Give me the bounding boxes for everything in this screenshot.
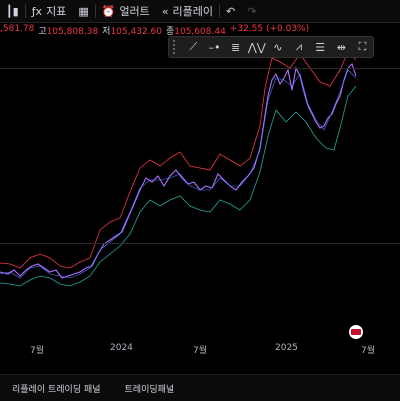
grid-icon: ▦ xyxy=(78,4,89,18)
horizontal-ray-icon: –• xyxy=(208,40,221,54)
elliott-wave-tool[interactable]: ∿ xyxy=(267,38,288,56)
undo-icon: ↶ xyxy=(226,4,236,18)
redo-icon: ↷ xyxy=(247,4,257,18)
drag-handle[interactable] xyxy=(173,40,181,54)
fullscreen-icon: ⛶ xyxy=(358,40,367,53)
bottom-panel-bar: 리플레이 트레이딩 패널 트레이딩패널 xyxy=(0,374,400,401)
price-chart[interactable] xyxy=(0,40,400,340)
time-label: 7월 xyxy=(361,346,376,356)
trend-line-tool[interactable]: ⟋ xyxy=(183,38,204,56)
time-label: 7월 xyxy=(193,346,208,356)
fullscreen-tool[interactable]: ⛶ xyxy=(352,38,373,56)
replay-button[interactable]: «리플레이 xyxy=(156,0,219,22)
indicators-button[interactable]: ƒx 지표 xyxy=(26,0,73,22)
layouts-button[interactable]: ▦ xyxy=(72,0,94,22)
redo-button[interactable]: ↷ xyxy=(241,0,262,22)
price-series-svg xyxy=(0,51,357,287)
date-range-icon: ⇹ xyxy=(336,40,346,54)
price-line xyxy=(0,62,357,279)
time-label: 2024 xyxy=(110,343,133,353)
indicators-label: 지표 xyxy=(46,5,67,18)
candle-style-button[interactable]: ┃▮ xyxy=(0,0,25,22)
candlestick-icon: ┃▮ xyxy=(6,4,19,18)
high-value: 105,808.38 xyxy=(46,27,99,37)
parallel-channel-tool[interactable]: ≣ xyxy=(225,38,246,56)
alert-button[interactable]: ⏰ 얼러트 xyxy=(96,0,156,22)
alarm-icon: ⏰ xyxy=(101,4,116,18)
zigzag-icon: ⩘ xyxy=(295,40,303,53)
date-range-tool[interactable]: ⇹ xyxy=(331,38,352,56)
zigzag-tool[interactable]: ⩘ xyxy=(288,38,309,56)
trend-line-icon: ⟋ xyxy=(189,40,198,53)
alert-label: 얼러트 xyxy=(119,5,150,18)
drawing-toolbar: ⟋ –• ≣ ⋀⋁ ∿ ⩘ ☰ ⇹ ⛶ xyxy=(168,36,374,58)
fib-tool[interactable]: ☰ xyxy=(310,38,331,56)
tab-replay-trading-panel[interactable]: 리플레이 트레이딩 패널 xyxy=(0,382,113,395)
low-value: 105,432.60 xyxy=(110,27,162,37)
time-axis[interactable]: 7월 2024 7월 2025 7월 xyxy=(0,342,400,356)
event-flag-icon[interactable] xyxy=(349,325,363,339)
high-label: 고 xyxy=(38,27,47,37)
time-label: 7월 xyxy=(30,346,45,356)
rewind-icon: « xyxy=(161,4,169,18)
horizontal-line[interactable] xyxy=(0,68,400,69)
function-icon: ƒx xyxy=(31,4,43,18)
price-line-secondary xyxy=(0,69,357,279)
lower-band-line xyxy=(0,85,357,287)
ohlc-legend: ,581.78 고105,808.38 저105,432.60 종105,608… xyxy=(0,24,310,37)
elliott-wave-icon: ∿ xyxy=(273,40,283,54)
horizontal-line[interactable] xyxy=(0,243,400,244)
fib-icon: ☰ xyxy=(315,40,326,54)
change-value: +32.55 (+0.03%) xyxy=(229,24,310,34)
open-value: ,581.78 xyxy=(0,24,35,34)
undo-button[interactable]: ↶ xyxy=(220,0,241,22)
pattern-tool[interactable]: ⋀⋁ xyxy=(246,38,267,56)
tab-trading-panel[interactable]: 트레이딩패널 xyxy=(113,382,187,395)
replay-label: 리플레이 xyxy=(172,5,214,18)
parallel-channel-icon: ≣ xyxy=(231,40,241,54)
time-label: 2025 xyxy=(275,343,298,353)
pattern-icon: ⋀⋁ xyxy=(247,40,266,54)
horizontal-ray-tool[interactable]: –• xyxy=(204,38,225,56)
top-toolbar: ┃▮ ƒx 지표 ▦ ⏰ 얼러트 «리플레이 ↶ ↷ xyxy=(0,0,400,23)
